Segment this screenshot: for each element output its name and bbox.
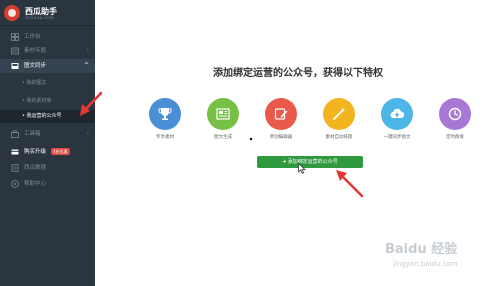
feature-circle [207,98,239,130]
add-account-button-label: 添加绑定运营的公众号 [287,159,338,165]
sidebar-item-sync[interactable]: 图文同步 ^ [0,59,95,73]
page-title: 添加绑定运营的公众号，获得以下特权 [213,68,383,79]
chevron-right-icon: › [86,47,89,54]
cursor-dot [249,137,253,141]
sidebar-subitem-my-articles[interactable]: • 我的图文 [0,77,95,90]
sidebar-item-label: 西瓜数据 [24,165,47,171]
feature-circle [439,98,471,130]
feature-label: 原创编辑器 [269,135,293,140]
sidebar-item-toolbox[interactable]: 工具箱 › [0,127,95,141]
watermark-main: Baidu 经验 [385,242,458,257]
feature-circle [323,98,355,130]
mouse-cursor-icon [298,163,306,174]
feature-original-editor[interactable]: 原创编辑器 [257,98,305,142]
brand-logo[interactable]: 西瓜助手 XIGUAA.COM [4,3,94,23]
brand-url: XIGUAA.COM [26,16,54,20]
feature-scheduled-broadcast[interactable]: 定时群发 [431,98,479,142]
sidebar-subitem-label: • 我的素材库 [22,98,52,104]
trophy-icon [158,108,172,120]
feature-label: 定时群发 [446,135,464,140]
material-icon [11,47,19,55]
sidebar-item-label: 工具箱 [24,131,41,137]
feature-label: 素材自动排版 [325,135,353,140]
watermelon-logo-icon [4,5,20,21]
feature-circle [265,98,297,130]
annotation-arrow-button [336,170,364,198]
clock-icon [448,107,462,121]
feature-label: 一键同步图文 [383,135,411,140]
chevron-up-icon: ^ [83,62,89,69]
sidebar-divider [0,25,95,26]
sidebar-item-help[interactable]: 帮助中心 [0,177,95,191]
feature-article-generation[interactable]: 图文生成 [199,98,247,142]
feature-label: 图文生成 [214,135,232,140]
sidebar-item-label: 工作台 [24,34,41,40]
sync-icon [11,63,19,69]
plus-icon: + [282,159,287,165]
magic-wand-icon [333,107,346,120]
help-icon [11,180,19,188]
sidebar-item-dashboard[interactable]: 工作台 [0,30,95,44]
toolbox-icon [11,130,19,138]
sidebar-item-label: 素材专题 [24,48,47,54]
upgrade-icon [11,149,19,155]
baidu-watermark: Baidu 经验 jingyan.baidu.com [385,238,495,274]
sidebar-item-label: 图文同步 [24,63,47,69]
sidebar-subitem-label: • 我的图文 [22,80,47,86]
sidebar-item-label: 购买升级 [24,149,47,155]
edit-icon [274,108,288,120]
sidebar-item-upgrade[interactable]: 购买升级 4折优惠 [0,145,95,159]
dashboard-icon [11,33,19,41]
newspaper-icon [216,108,230,120]
sidebar-item-label: 帮助中心 [24,181,47,187]
feature-one-click-sync[interactable]: 一键同步图文 [373,98,421,142]
feature-auto-layout[interactable]: 素材自动排版 [315,98,363,142]
chevron-right-icon: › [86,130,89,137]
sidebar-subitem-my-accounts[interactable]: • 我运营的公众号 [0,110,95,123]
feature-circle [149,98,181,130]
sidebar: 西瓜助手 XIGUAA.COM 工作台 素材专题 › 图文同步 ^ • 我的图文… [0,0,95,286]
sidebar-item-data[interactable]: 西瓜数据 [0,161,95,175]
sidebar-subitem-my-library[interactable]: • 我的素材库 [0,95,95,108]
sidebar-item-materials[interactable]: 素材专题 › [0,44,95,58]
data-icon [11,164,19,172]
discount-badge: 4折优惠 [51,148,70,155]
feature-exclusive-materials[interactable]: 专享素材 [141,98,189,142]
watermark-sub: jingyan.baidu.com [393,260,458,268]
feature-label: 专享素材 [156,135,174,140]
add-account-button[interactable]: +添加绑定运营的公众号 [257,156,363,168]
sidebar-subitem-label: • 我运营的公众号 [22,113,62,119]
feature-circle [381,98,413,130]
cloud-upload-icon [390,108,405,119]
